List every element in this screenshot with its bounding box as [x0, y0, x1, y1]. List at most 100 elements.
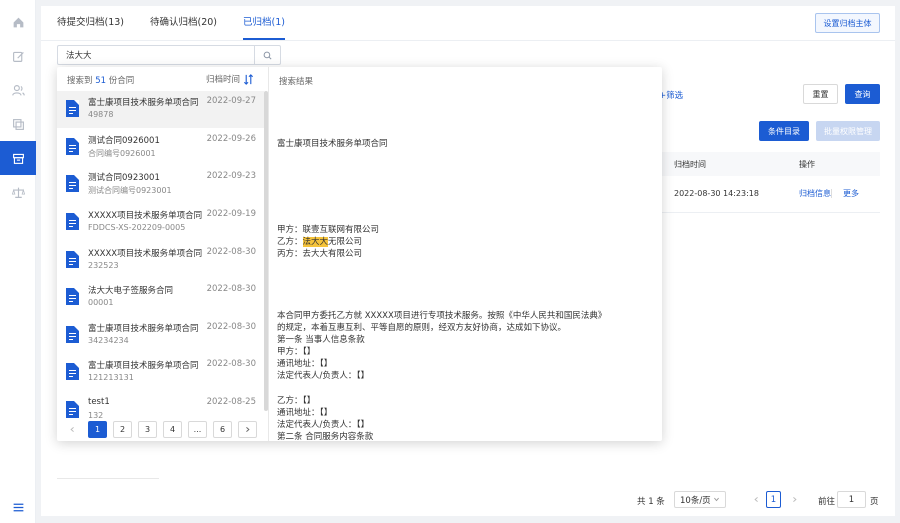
result-item-title: 测试合同0926001 — [88, 136, 160, 146]
sidebar-item-archive[interactable] — [0, 141, 36, 175]
pager-page-6[interactable]: 6 — [213, 421, 232, 438]
page-size-select[interactable]: 10条/页 — [674, 491, 726, 508]
result-item-title: test1 — [88, 397, 110, 407]
result-item[interactable]: 富士康项目技术服务单项合同 49878 2022-09-27 — [57, 91, 264, 128]
tab-divider — [41, 40, 895, 41]
pager-next-button[interactable] — [238, 421, 257, 438]
page-size-value: 10条/页 — [680, 495, 711, 506]
result-preview-title: 搜索结果 — [279, 77, 314, 87]
doc-b-representative: 法定代表人/负责人：【】 — [277, 420, 370, 430]
document-icon — [66, 175, 79, 192]
result-item-sub: 00001 — [88, 298, 114, 307]
sort-icon — [244, 73, 254, 85]
pagination-total: 共 1 条 — [637, 497, 665, 507]
sidebar-item-users[interactable] — [0, 73, 36, 107]
archive-info-link[interactable]: 归档信息 — [799, 188, 831, 199]
sidebar-collapse[interactable] — [0, 490, 36, 523]
document-icon — [66, 363, 79, 380]
table-row-divider — [661, 212, 880, 213]
users-icon — [11, 84, 25, 96]
copy-icon — [12, 118, 24, 130]
sidebar-item-home[interactable] — [0, 5, 36, 39]
doc-party-a: 甲方：联壹互联网有限公司 — [277, 225, 380, 235]
query-button[interactable]: 查询 — [845, 84, 880, 104]
chevron-down-icon — [714, 497, 719, 502]
condition-catalog-button[interactable]: 条件目录 — [759, 121, 809, 141]
pager-prev-button[interactable] — [63, 421, 82, 438]
doc-para-2: 的规定，本着互惠互利、平等自愿的原则，经双方友好协商，达成如下协议。 — [277, 323, 567, 333]
collapse-menu-icon — [13, 503, 23, 511]
document-icon — [66, 401, 79, 418]
edit-icon — [12, 51, 24, 62]
result-item[interactable]: 测试合同0926001 合同编号0926001 2022-09-26 — [57, 129, 264, 166]
search-icon — [263, 51, 272, 60]
result-item-date: 2022-08-30 — [206, 359, 256, 369]
batch-permission-button[interactable]: 批量权限管理 — [816, 121, 880, 141]
tab-archived[interactable]: 已归档(1) — [243, 6, 285, 40]
pager-page-2[interactable]: 2 — [113, 421, 132, 438]
prev-page-button[interactable] — [749, 491, 763, 508]
document-icon — [66, 100, 79, 117]
sidebar-item-edit[interactable] — [0, 39, 36, 73]
pager-page-1[interactable]: 1 — [88, 421, 107, 438]
footer-divider — [57, 478, 159, 479]
search-results-dropdown: 搜索到 51 份合同 归档时间 富士康项目技术服务单项合同 49878 2022… — [57, 67, 662, 442]
action-separator — [831, 189, 832, 198]
result-item-date: 2022-08-25 — [206, 397, 256, 407]
home-icon — [13, 17, 23, 27]
search-input[interactable] — [58, 46, 254, 64]
filter-link[interactable]: +筛选 — [659, 89, 683, 101]
doc-clause-2: 第二条 合同服务内容条款 — [277, 432, 374, 442]
next-page-button[interactable] — [787, 491, 801, 508]
reset-button[interactable]: 重置 — [803, 84, 838, 104]
page-unit-label: 页 — [870, 497, 879, 507]
chevron-right-icon — [246, 427, 250, 432]
balance-scale-icon — [11, 187, 25, 198]
document-icon — [66, 326, 79, 343]
result-item-date: 2022-08-30 — [206, 284, 256, 294]
search-button[interactable] — [254, 46, 280, 64]
sidebar-item-balance[interactable] — [0, 175, 36, 209]
pager-ellipsis[interactable]: ... — [188, 421, 207, 438]
result-item-sub: FDDCS-XS-202209-0005 — [88, 223, 186, 232]
result-item-title: XXXXX项目技术服务单项合同 — [88, 249, 203, 259]
sidebar — [0, 0, 36, 523]
pager-page-4[interactable]: 4 — [163, 421, 182, 438]
chevron-left-icon — [70, 427, 74, 432]
result-item-sub: 合同编号0926001 — [88, 149, 156, 158]
document-icon — [66, 251, 79, 268]
result-preview-panel: 搜索结果 富士康项目技术服务单项合同 甲方：联壹互联网有限公司 乙方：法大大无限… — [277, 67, 662, 442]
result-item[interactable]: test1 132 2022-08-25 — [57, 392, 264, 419]
result-item[interactable]: 富士康项目技术服务单项合同 34234234 2022-08-30 — [57, 317, 264, 354]
doc-a-representative: 法定代表人/负责人：【】 — [277, 371, 370, 381]
result-item-date: 2022-08-30 — [206, 247, 256, 257]
tab-pending-confirm[interactable]: 待确认归档(20) — [150, 6, 217, 40]
result-item-sub: 34234234 — [88, 336, 129, 345]
result-item-sub: 132 — [88, 411, 104, 419]
result-item-sub: 232523 — [88, 261, 119, 270]
page-1-button[interactable]: 1 — [766, 491, 781, 508]
set-archive-subject-button[interactable]: 设置归档主体 — [815, 13, 880, 33]
result-item[interactable]: 测试合同0923001 测试合同编号0923001 2022-09-23 — [57, 166, 264, 203]
result-item[interactable]: XXXXX项目技术服务单项合同 FDDCS-XS-202209-0005 202… — [57, 204, 264, 241]
result-item[interactable]: XXXXX项目技术服务单项合同 232523 2022-08-30 — [57, 242, 264, 279]
doc-b-label: 乙方：【】 — [277, 396, 316, 406]
document-icon — [66, 138, 79, 155]
pager-page-3[interactable]: 3 — [138, 421, 157, 438]
result-item-sub: 测试合同编号0923001 — [88, 186, 172, 195]
goto-page-input[interactable]: 1 — [837, 491, 866, 508]
results-list-panel: 搜索到 51 份合同 归档时间 富士康项目技术服务单项合同 49878 2022… — [57, 67, 269, 441]
more-link[interactable]: 更多 — [843, 188, 859, 199]
tab-pending-submit[interactable]: 待提交归档(13) — [57, 6, 124, 40]
results-scrollbar[interactable] — [264, 91, 268, 411]
doc-heading: 富士康项目技术服务单项合同 — [277, 139, 388, 149]
doc-party-b: 乙方：法大大无限公司 — [277, 237, 363, 247]
sidebar-item-copy[interactable] — [0, 107, 36, 141]
tabs: 待提交归档(13) 待确认归档(20) 已归档(1) — [57, 6, 311, 40]
result-item[interactable]: 法大大电子签服务合同 00001 2022-08-30 — [57, 279, 264, 316]
sort-by-archive-time[interactable]: 归档时间 — [206, 73, 254, 85]
result-item[interactable]: 富士康项目技术服务单项合同 121213131 2022-08-30 — [57, 354, 264, 391]
doc-para-1: 本合同甲方委托乙方就 XXXXX项目进行专项技术服务。按照《中华人民共和国民法典… — [277, 311, 607, 321]
doc-party-c: 丙方：去大大有限公司 — [277, 249, 363, 259]
results-summary: 搜索到 51 份合同 — [67, 76, 135, 86]
